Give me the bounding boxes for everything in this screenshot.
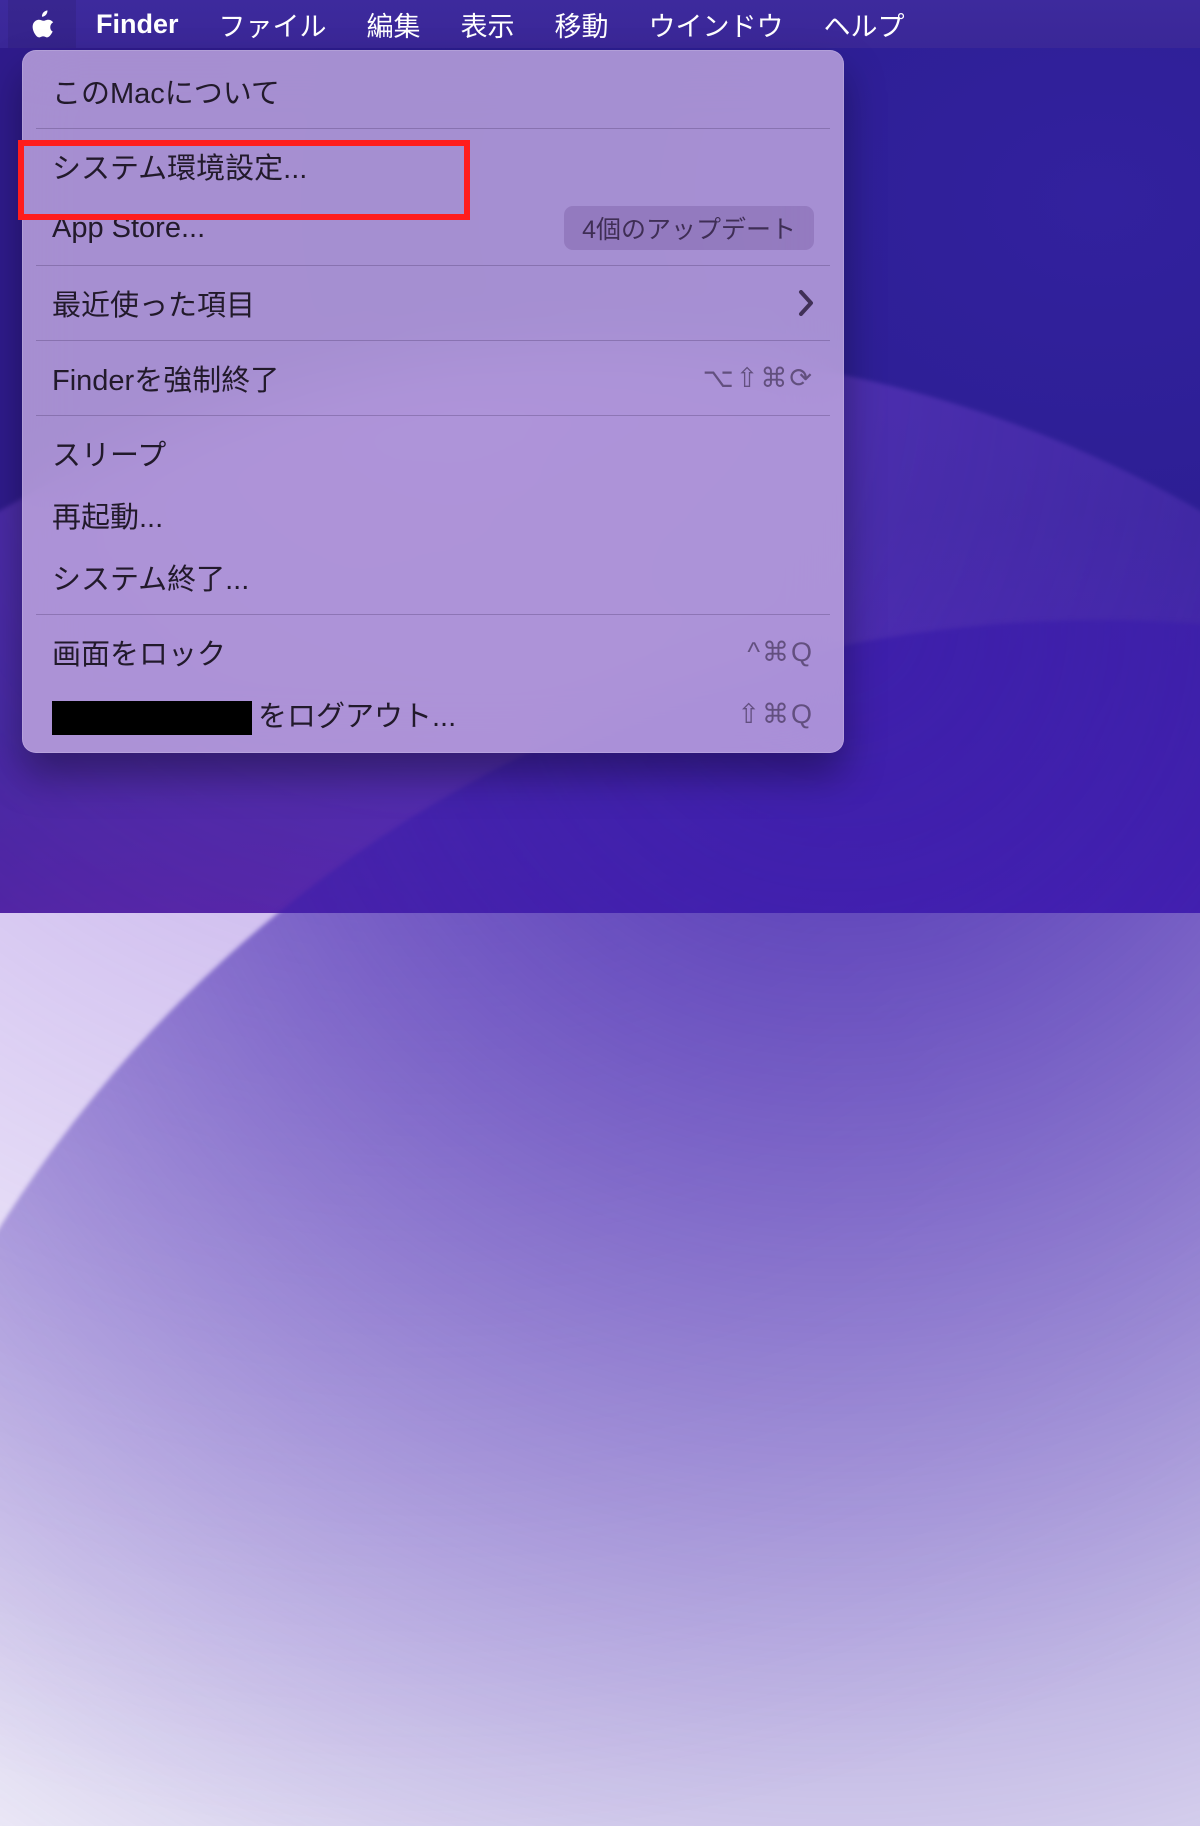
menu-item-shortcut: ^⌘Q — [747, 637, 814, 668]
menu-item-about-this-mac[interactable]: このMacについて — [22, 60, 844, 122]
menu-item-system-preferences[interactable]: システム環境設定... — [22, 135, 844, 197]
menu-item-label: スリープ — [52, 432, 166, 474]
menu-item-shortcut: ⌥⇧⌘⟳ — [703, 363, 814, 394]
menu-separator — [36, 415, 830, 416]
menu-item-logout[interactable]: をログアウト... ⇧⌘Q — [22, 683, 844, 745]
menu-separator — [36, 128, 830, 129]
menu-item-sleep[interactable]: スリープ — [22, 422, 844, 484]
menu-item-lock-screen[interactable]: 画面をロック ^⌘Q — [22, 621, 844, 683]
app-store-update-badge: 4個のアップデート — [564, 206, 814, 250]
menu-item-label: 再起動... — [52, 494, 163, 536]
menu-separator — [36, 614, 830, 615]
menubar-item-file[interactable]: ファイル — [199, 0, 347, 48]
menubar-item-view[interactable]: 表示 — [441, 0, 535, 48]
menu-item-app-store[interactable]: App Store... 4個のアップデート — [22, 197, 844, 259]
menu-item-label: App Store... — [52, 212, 205, 245]
menubar-item-window[interactable]: ウインドウ — [629, 0, 804, 48]
menu-bar: Finder ファイル 編集 表示 移動 ウインドウ ヘルプ — [0, 0, 1200, 48]
chevron-right-icon — [798, 290, 814, 316]
menu-separator — [36, 340, 830, 341]
menu-item-label: 最近使った項目 — [52, 282, 255, 324]
menu-item-label: 画面をロック — [52, 631, 226, 673]
menu-item-label: をログアウト... — [52, 693, 456, 735]
apple-menu-dropdown: このMacについて システム環境設定... App Store... 4個のアッ… — [22, 50, 844, 753]
menu-item-shutdown[interactable]: システム終了... — [22, 546, 844, 608]
menubar-item-help[interactable]: ヘルプ — [804, 0, 925, 48]
menu-item-restart[interactable]: 再起動... — [22, 484, 844, 546]
apple-menu-button[interactable] — [8, 0, 76, 48]
redacted-username — [52, 701, 252, 735]
menu-item-force-quit[interactable]: Finderを強制終了 ⌥⇧⌘⟳ — [22, 347, 844, 409]
menubar-item-edit[interactable]: 編集 — [347, 0, 441, 48]
menubar-app-name[interactable]: Finder — [76, 0, 199, 48]
menubar-item-go[interactable]: 移動 — [535, 0, 629, 48]
menu-item-shortcut: ⇧⌘Q — [737, 699, 814, 730]
menu-item-label: Finderを強制終了 — [52, 357, 279, 399]
menu-separator — [36, 265, 830, 266]
menu-item-label: システム終了... — [52, 556, 249, 598]
menu-item-label: システム環境設定... — [52, 145, 307, 187]
menu-item-label: このMacについて — [52, 70, 280, 112]
menu-item-recent-items[interactable]: 最近使った項目 — [22, 272, 844, 334]
